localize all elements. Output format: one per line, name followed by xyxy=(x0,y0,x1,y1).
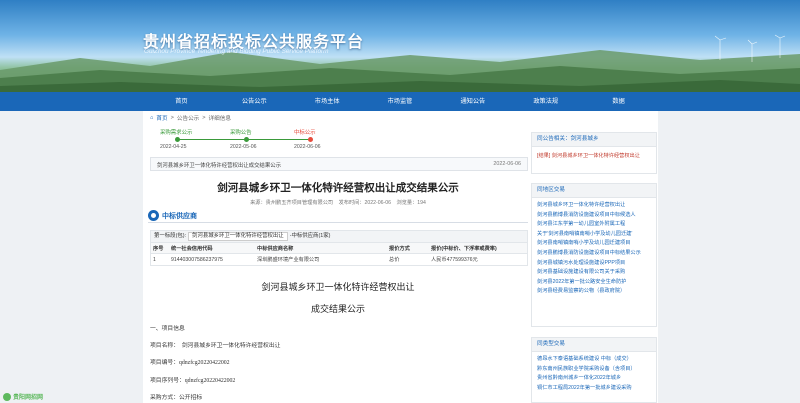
col-credit-code: 统一社会信用代码 xyxy=(169,243,255,254)
doc-project-number: 项目编号：qdnzfcg20220422002 xyxy=(150,360,230,366)
list-item[interactable]: 黔东南州民族职业学院采购设备（含项目） xyxy=(532,365,653,375)
list-item[interactable]: 剑河县鹏博县消防设施建设项目中标结果公示 xyxy=(532,249,653,259)
side-type: 同类型交易 德昂水下泰语基础系统建设 中标（成交） 黔东南州民族职业学院采购设备… xyxy=(531,337,657,403)
doc-heading-1: 剑河县城乡环卫一体化特许经营权出让 xyxy=(261,282,415,292)
package-row: 第一标段(包): 剑河县城乡环卫一体化特许经营权出让 -中标供应商(1家) xyxy=(151,231,527,243)
bidder-section-title: 中标供应商 xyxy=(162,213,197,220)
list-item[interactable]: 关于'剑河县南哨镇南哨小学及幼儿园迁建' xyxy=(532,230,653,240)
watermark-logo-icon xyxy=(3,392,11,401)
award-icon xyxy=(148,210,159,221)
step-dot xyxy=(308,137,313,142)
col-quote-type: 报价方式 xyxy=(387,243,429,254)
side-related-title: 同公告相关：剑河县城乡 xyxy=(532,133,656,147)
col-index: 序号 xyxy=(151,243,169,254)
site-subtitle: GuiZhou Province Tendering and Bidding P… xyxy=(144,48,329,55)
bidder-table: 序号 统一社会信用代码 中标供应商名称 报价方式 报价(中标价、下浮率或费率) … xyxy=(151,243,527,265)
watermark: 贵阳网招网 xyxy=(3,392,43,401)
list-item[interactable]: 剑河县城镇污水处理设施建设PPP项目 xyxy=(532,259,653,269)
col-supplier: 中标供应商名称 xyxy=(255,243,387,254)
nav-announcements[interactable]: 公告公示 xyxy=(218,92,291,111)
article-views: 浏览量：194 xyxy=(396,200,426,206)
step-date: 2022-06-06 xyxy=(294,144,321,150)
bidder-table-box: 第一标段(包): 剑河县城乡环卫一体化特许经营权出让 -中标供应商(1家) 序号 统… xyxy=(150,230,528,266)
list-item[interactable]: 剑河县2022年第一批公路安全生命防护 xyxy=(532,278,653,288)
col-quote: 报价(中标价、下浮率或费率) xyxy=(429,243,527,254)
list-item[interactable]: 贵州省黔南州城乡一体化2022年城乡 xyxy=(532,374,653,384)
list-item[interactable]: 剑河县基础设施建设有限公司关于采购 xyxy=(532,268,653,278)
step-dot xyxy=(175,137,180,142)
step-connector xyxy=(178,139,246,140)
article-source: 来源：贵州鹏五齐项目管理有限公司 xyxy=(250,200,334,206)
doc-section-title: 一、项目信息 xyxy=(150,326,185,332)
step-award[interactable]: 中标公示 xyxy=(294,128,316,136)
article-title: 剑河县城乡环卫一体化特许经营权出让成交结果公示 xyxy=(217,182,459,194)
doc-project-name: 项目名称： 剑河县城乡环卫一体化特许经营权出让 xyxy=(150,343,281,349)
package-name: 剑河县城乡环卫一体化特许经营权出让 xyxy=(188,232,288,241)
side-related: 同公告相关：剑河县城乡 [结果] 剑河县城乡环卫一体化特许经营权出让 xyxy=(531,132,657,174)
nav-market-supervision[interactable]: 市场监管 xyxy=(364,92,437,111)
step-date: 2022-05-06 xyxy=(230,144,257,150)
banner-scenery xyxy=(0,34,800,92)
step-demand[interactable]: 采购需求公示 xyxy=(160,128,192,136)
main-nav: 首页 公告公示 市场主体 市场监管 通知公告 政策法规 数据 xyxy=(0,92,800,111)
nav-notices[interactable]: 通知公告 xyxy=(436,92,509,111)
step-procurement[interactable]: 采购公告 xyxy=(230,128,252,136)
side-region: 同地区交易 剑河县城乡环卫一体化特许经营权出让 剑河县鹏博县消防设施建设项目中标… xyxy=(531,183,657,327)
table-row: 1 914403007586237975 深圳鹏盛环境产业有限公司 总价 人民币… xyxy=(153,256,478,264)
article-time: 发布时间：2022-06-06 xyxy=(338,200,392,206)
breadcrumb-home[interactable]: 首页 xyxy=(156,114,167,122)
nav-policies[interactable]: 政策法规 xyxy=(509,92,582,111)
list-item[interactable]: 剑河县江东学第一幼儿园室外附属工程 xyxy=(532,220,653,230)
step-connector xyxy=(248,139,310,140)
nav-data[interactable]: 数据 xyxy=(582,92,655,111)
side-region-title: 同地区交易 xyxy=(532,184,656,198)
list-item[interactable]: 德昂水下泰语基础系统建设 中标（成交） xyxy=(532,355,653,365)
breadcrumb: ⌂ 首页 > 公告公示 > 详细信息 xyxy=(150,114,231,122)
notice-bar[interactable]: 剑河县城乡环卫一体化特许经营权出让成交结果公示 2022-06-06 xyxy=(150,157,528,171)
list-item[interactable]: 剑河县城乡环卫一体化特许经营权出让 xyxy=(532,201,653,211)
notice-title[interactable]: 剑河县城乡环卫一体化特许经营权出让成交结果公示 xyxy=(157,161,281,169)
list-item[interactable]: 铜仁市工程局2022年第一批城乡建设采购 xyxy=(532,384,653,394)
nav-home[interactable]: 首页 xyxy=(145,92,218,111)
doc-procurement-method: 采购方式：公开招标 xyxy=(150,395,203,401)
process-steps: 采购需求公示 2022-04-25 采购公告 2022-05-06 中标公示 2… xyxy=(150,126,360,152)
home-icon: ⌂ xyxy=(150,115,154,121)
list-item[interactable]: 剑河县经费易监察的公物（县政府院） xyxy=(532,287,653,297)
bidder-section-header: 中标供应商 xyxy=(148,209,528,223)
breadcrumb-current: 详细信息 xyxy=(208,116,231,122)
step-date: 2022-04-25 xyxy=(160,144,187,150)
article-meta: 来源：贵州鹏五齐项目管理有限公司 发布时间：2022-06-06 浏览量：194 xyxy=(150,199,526,206)
breadcrumb-announcements[interactable]: 公告公示 xyxy=(177,114,199,122)
site-banner: 贵州省招标投标公共服务平台 GuiZhou Province Tendering… xyxy=(0,0,800,92)
list-item[interactable]: 剑河县南哨镇南哨小学及幼儿园迁建项目 xyxy=(532,239,653,249)
list-item[interactable]: 剑河县鹏博县消防设施建设项目中标候选人 xyxy=(532,211,653,221)
nav-market-entities[interactable]: 市场主体 xyxy=(291,92,364,111)
doc-project-serial: 项目序列号：qdnzfcg20220422002 xyxy=(150,378,236,384)
side-related-item[interactable]: [结果] 剑河县城乡环卫一体化特许经营权出让 xyxy=(532,152,653,162)
doc-heading-2: 成交结果公示 xyxy=(310,304,365,314)
side-type-title: 同类型交易 xyxy=(532,338,656,352)
notice-date: 2022-06-06 xyxy=(493,161,521,167)
step-dot xyxy=(244,137,249,142)
